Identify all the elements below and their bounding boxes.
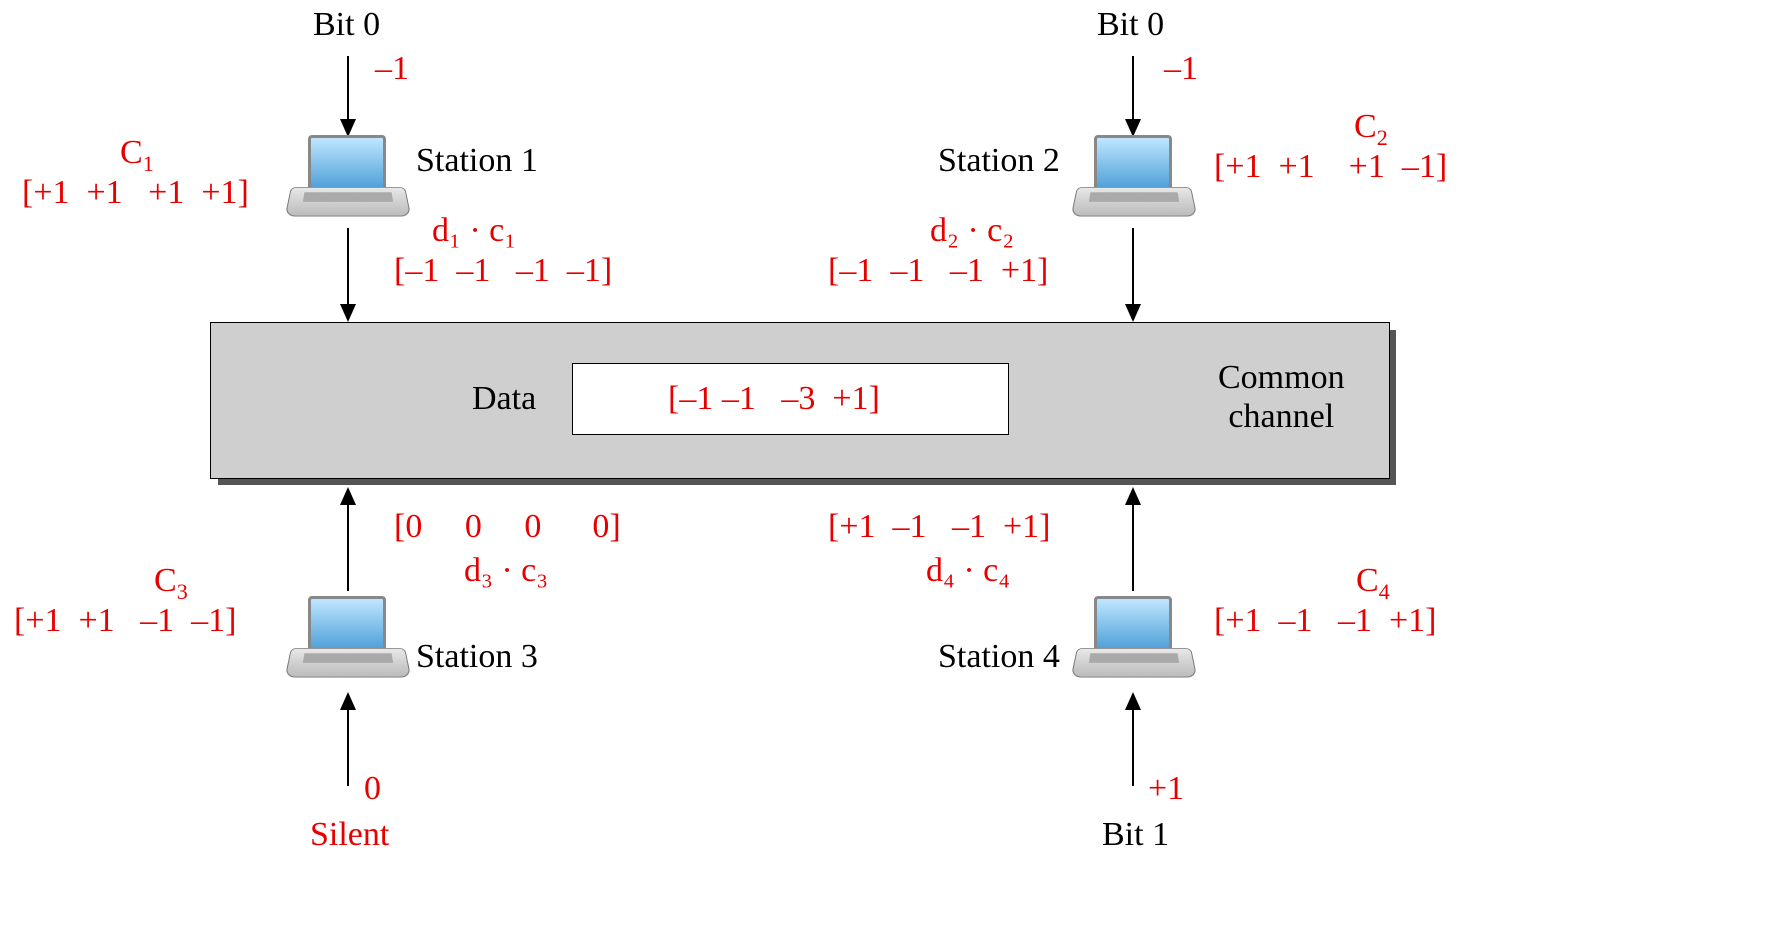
s3-name: Station 3 bbox=[416, 638, 538, 676]
s3-bit-value: 0 bbox=[364, 770, 381, 808]
s3-chip-name: C3 bbox=[154, 562, 188, 605]
s1-arrowhead-bot bbox=[340, 304, 356, 322]
laptop-base bbox=[285, 187, 412, 217]
s4-bit-value: +1 bbox=[1148, 770, 1184, 808]
laptop-screen bbox=[1094, 596, 1172, 652]
laptop-icon bbox=[1074, 135, 1194, 225]
s3-bit-label: Silent bbox=[310, 816, 389, 854]
s3-chip-vec: [+1 +1 –1 –1] bbox=[14, 602, 237, 640]
laptop-kbd bbox=[1089, 653, 1179, 663]
s3-dc-name: d₃ · c₃ bbox=[464, 552, 548, 590]
s3-arrow-top bbox=[347, 503, 349, 591]
s1-bit-label: Bit 0 bbox=[313, 6, 380, 44]
s1-arrow-top bbox=[347, 56, 349, 121]
s4-dc-vec: [+1 –1 –1 +1] bbox=[828, 508, 1051, 546]
s4-name: Station 4 bbox=[938, 638, 1060, 676]
s2-bit-label: Bit 0 bbox=[1097, 6, 1164, 44]
laptop-base bbox=[1071, 648, 1198, 678]
s1-arrow-bot bbox=[347, 228, 349, 306]
laptop-screen bbox=[308, 596, 386, 652]
laptop-icon bbox=[288, 596, 408, 686]
s4-arrowhead-top bbox=[1125, 487, 1141, 505]
s2-arrowhead-bot bbox=[1125, 304, 1141, 322]
s2-name: Station 2 bbox=[938, 142, 1060, 180]
laptop-icon bbox=[1074, 596, 1194, 686]
s3-arrowhead-bot bbox=[340, 692, 356, 710]
laptop-base bbox=[1071, 187, 1198, 217]
laptop-kbd bbox=[303, 653, 393, 663]
s4-bit-label: Bit 1 bbox=[1102, 816, 1169, 854]
laptop-screen bbox=[1094, 135, 1172, 191]
s4-arrowhead-bot bbox=[1125, 692, 1141, 710]
s3-arrowhead-top bbox=[340, 487, 356, 505]
channel-data-label: Data bbox=[472, 380, 536, 418]
s3-dc-vec: [0 0 0 0] bbox=[394, 508, 621, 546]
s4-arrow-bot bbox=[1132, 708, 1134, 786]
s1-chip-name: C1 bbox=[120, 134, 154, 177]
channel-data-vector: [–1 –1 –3 +1] bbox=[668, 380, 880, 418]
s2-dc-name: d₂ · c₂ bbox=[930, 212, 1014, 250]
laptop-kbd bbox=[1089, 192, 1179, 202]
s3-arrow-bot bbox=[347, 708, 349, 786]
s1-dc-vec: [–1 –1 –1 –1] bbox=[394, 252, 612, 290]
s2-dc-vec: [–1 –1 –1 +1] bbox=[828, 252, 1048, 290]
s4-chip-vec: [+1 –1 –1 +1] bbox=[1214, 602, 1437, 640]
s2-bit-value: –1 bbox=[1164, 50, 1198, 88]
channel-label: Common channel bbox=[1218, 358, 1345, 436]
s4-chip-name: C4 bbox=[1356, 562, 1390, 605]
s2-chip-vec: [+1 +1 +1 –1] bbox=[1214, 148, 1447, 186]
s1-chip-vec: [+1 +1 +1 +1] bbox=[22, 174, 249, 212]
laptop-kbd bbox=[303, 192, 393, 202]
s1-dc-name: d₁ · c₁ bbox=[432, 212, 516, 250]
laptop-icon bbox=[288, 135, 408, 225]
s2-arrow-top bbox=[1132, 56, 1134, 121]
diagram-root: Data [–1 –1 –3 +1] Common channel Bit 0 … bbox=[0, 0, 1782, 927]
s2-chip-name: C2 bbox=[1354, 108, 1388, 151]
laptop-base bbox=[285, 648, 412, 678]
s1-name: Station 1 bbox=[416, 142, 538, 180]
s4-dc-name: d₄ · c₄ bbox=[926, 552, 1010, 590]
laptop-screen bbox=[308, 135, 386, 191]
s4-arrow-top bbox=[1132, 503, 1134, 591]
s2-arrow-bot bbox=[1132, 228, 1134, 306]
s1-bit-value: –1 bbox=[375, 50, 409, 88]
